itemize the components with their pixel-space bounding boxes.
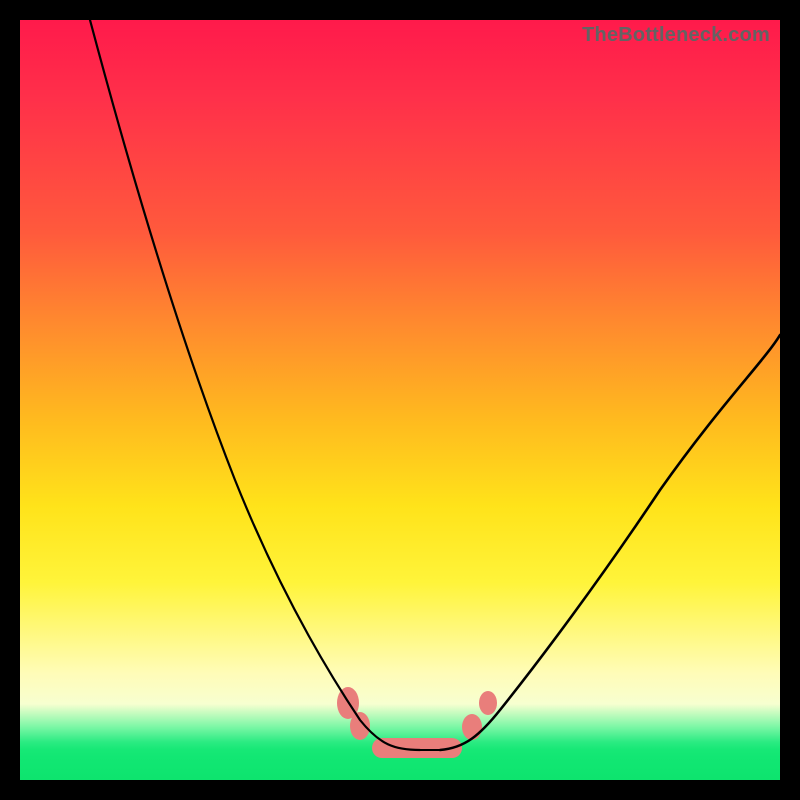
left-curve [90,20,420,750]
salmon-blob-right-1 [462,714,482,740]
curve-layer [20,20,780,780]
salmon-blob-right-2 [479,691,497,715]
salmon-blob-left-2 [350,712,370,740]
plot-area: TheBottleneck.com [20,20,780,780]
right-curve [440,335,780,750]
chart-frame: TheBottleneck.com [0,0,800,800]
